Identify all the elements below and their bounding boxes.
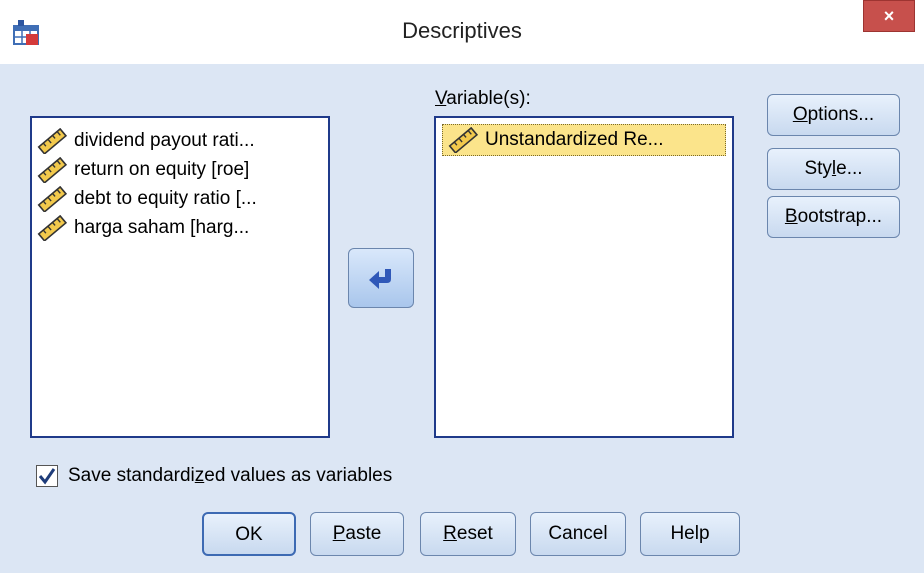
checkmark-icon (38, 468, 56, 485)
list-item-label: dividend payout rati... (74, 129, 255, 151)
variables-label: Variable(s): (435, 88, 531, 110)
button-label: ptions... (807, 104, 875, 125)
ok-button[interactable]: OK (202, 512, 296, 556)
checkbox-label: Save standardized values as variables (68, 465, 393, 486)
button-mnemonic: B (784, 206, 798, 227)
button-mnemonic: O (792, 104, 808, 125)
list-item[interactable]: debt to equity ratio [... (32, 184, 328, 213)
selected-variable-list[interactable]: Unstandardized Re... (434, 116, 734, 438)
save-standardized-checkbox[interactable] (36, 465, 58, 487)
button-label: aste (345, 523, 382, 544)
left-arrow-icon (369, 269, 391, 289)
label-mnemonic: V (435, 88, 447, 109)
ruler-scale-icon (37, 156, 68, 183)
button-mnemonic: P (332, 523, 346, 544)
list-item[interactable]: dividend payout rati... (32, 126, 328, 155)
source-variable-list[interactable]: dividend payout rati... return on equity… (30, 116, 330, 438)
paste-button[interactable]: Paste (310, 512, 404, 556)
button-label: Sty (804, 158, 832, 179)
dialog-body: dividend payout rati... return on equity… (6, 64, 918, 567)
close-button[interactable]: × (863, 0, 915, 32)
list-item[interactable]: Unstandardized Re... (442, 124, 726, 156)
list-item[interactable]: harga saham [harg... (32, 213, 328, 242)
style-button[interactable]: Style... (767, 148, 900, 190)
list-item-label: Unstandardized Re... (485, 129, 664, 150)
ruler-scale-icon (37, 127, 68, 154)
window-title: Descriptives (402, 18, 522, 43)
save-standardized-option[interactable]: Save standardized values as variables (36, 462, 392, 490)
button-label: eset (456, 523, 493, 544)
options-button[interactable]: Options... (767, 94, 900, 136)
help-button[interactable]: Help (640, 512, 740, 556)
list-item-label: return on equity [roe] (74, 158, 250, 180)
label-text: ariable(s): (446, 88, 531, 109)
button-label: ootstrap... (797, 206, 883, 227)
ruler-scale-icon (448, 127, 479, 153)
button-label: e... (836, 158, 863, 179)
list-item-label: harga saham [harg... (74, 216, 250, 238)
list-item[interactable]: return on equity [roe] (32, 155, 328, 184)
cancel-button[interactable]: Cancel (530, 512, 626, 556)
reset-button[interactable]: Reset (420, 512, 516, 556)
ruler-scale-icon (37, 185, 68, 212)
ruler-scale-icon (37, 214, 68, 241)
button-mnemonic: R (443, 523, 457, 544)
title-bar: Descriptives × (0, 0, 924, 64)
list-item-label: debt to equity ratio [... (74, 187, 257, 209)
bootstrap-button[interactable]: Bootstrap... (767, 196, 900, 238)
move-variable-button[interactable] (348, 248, 414, 308)
